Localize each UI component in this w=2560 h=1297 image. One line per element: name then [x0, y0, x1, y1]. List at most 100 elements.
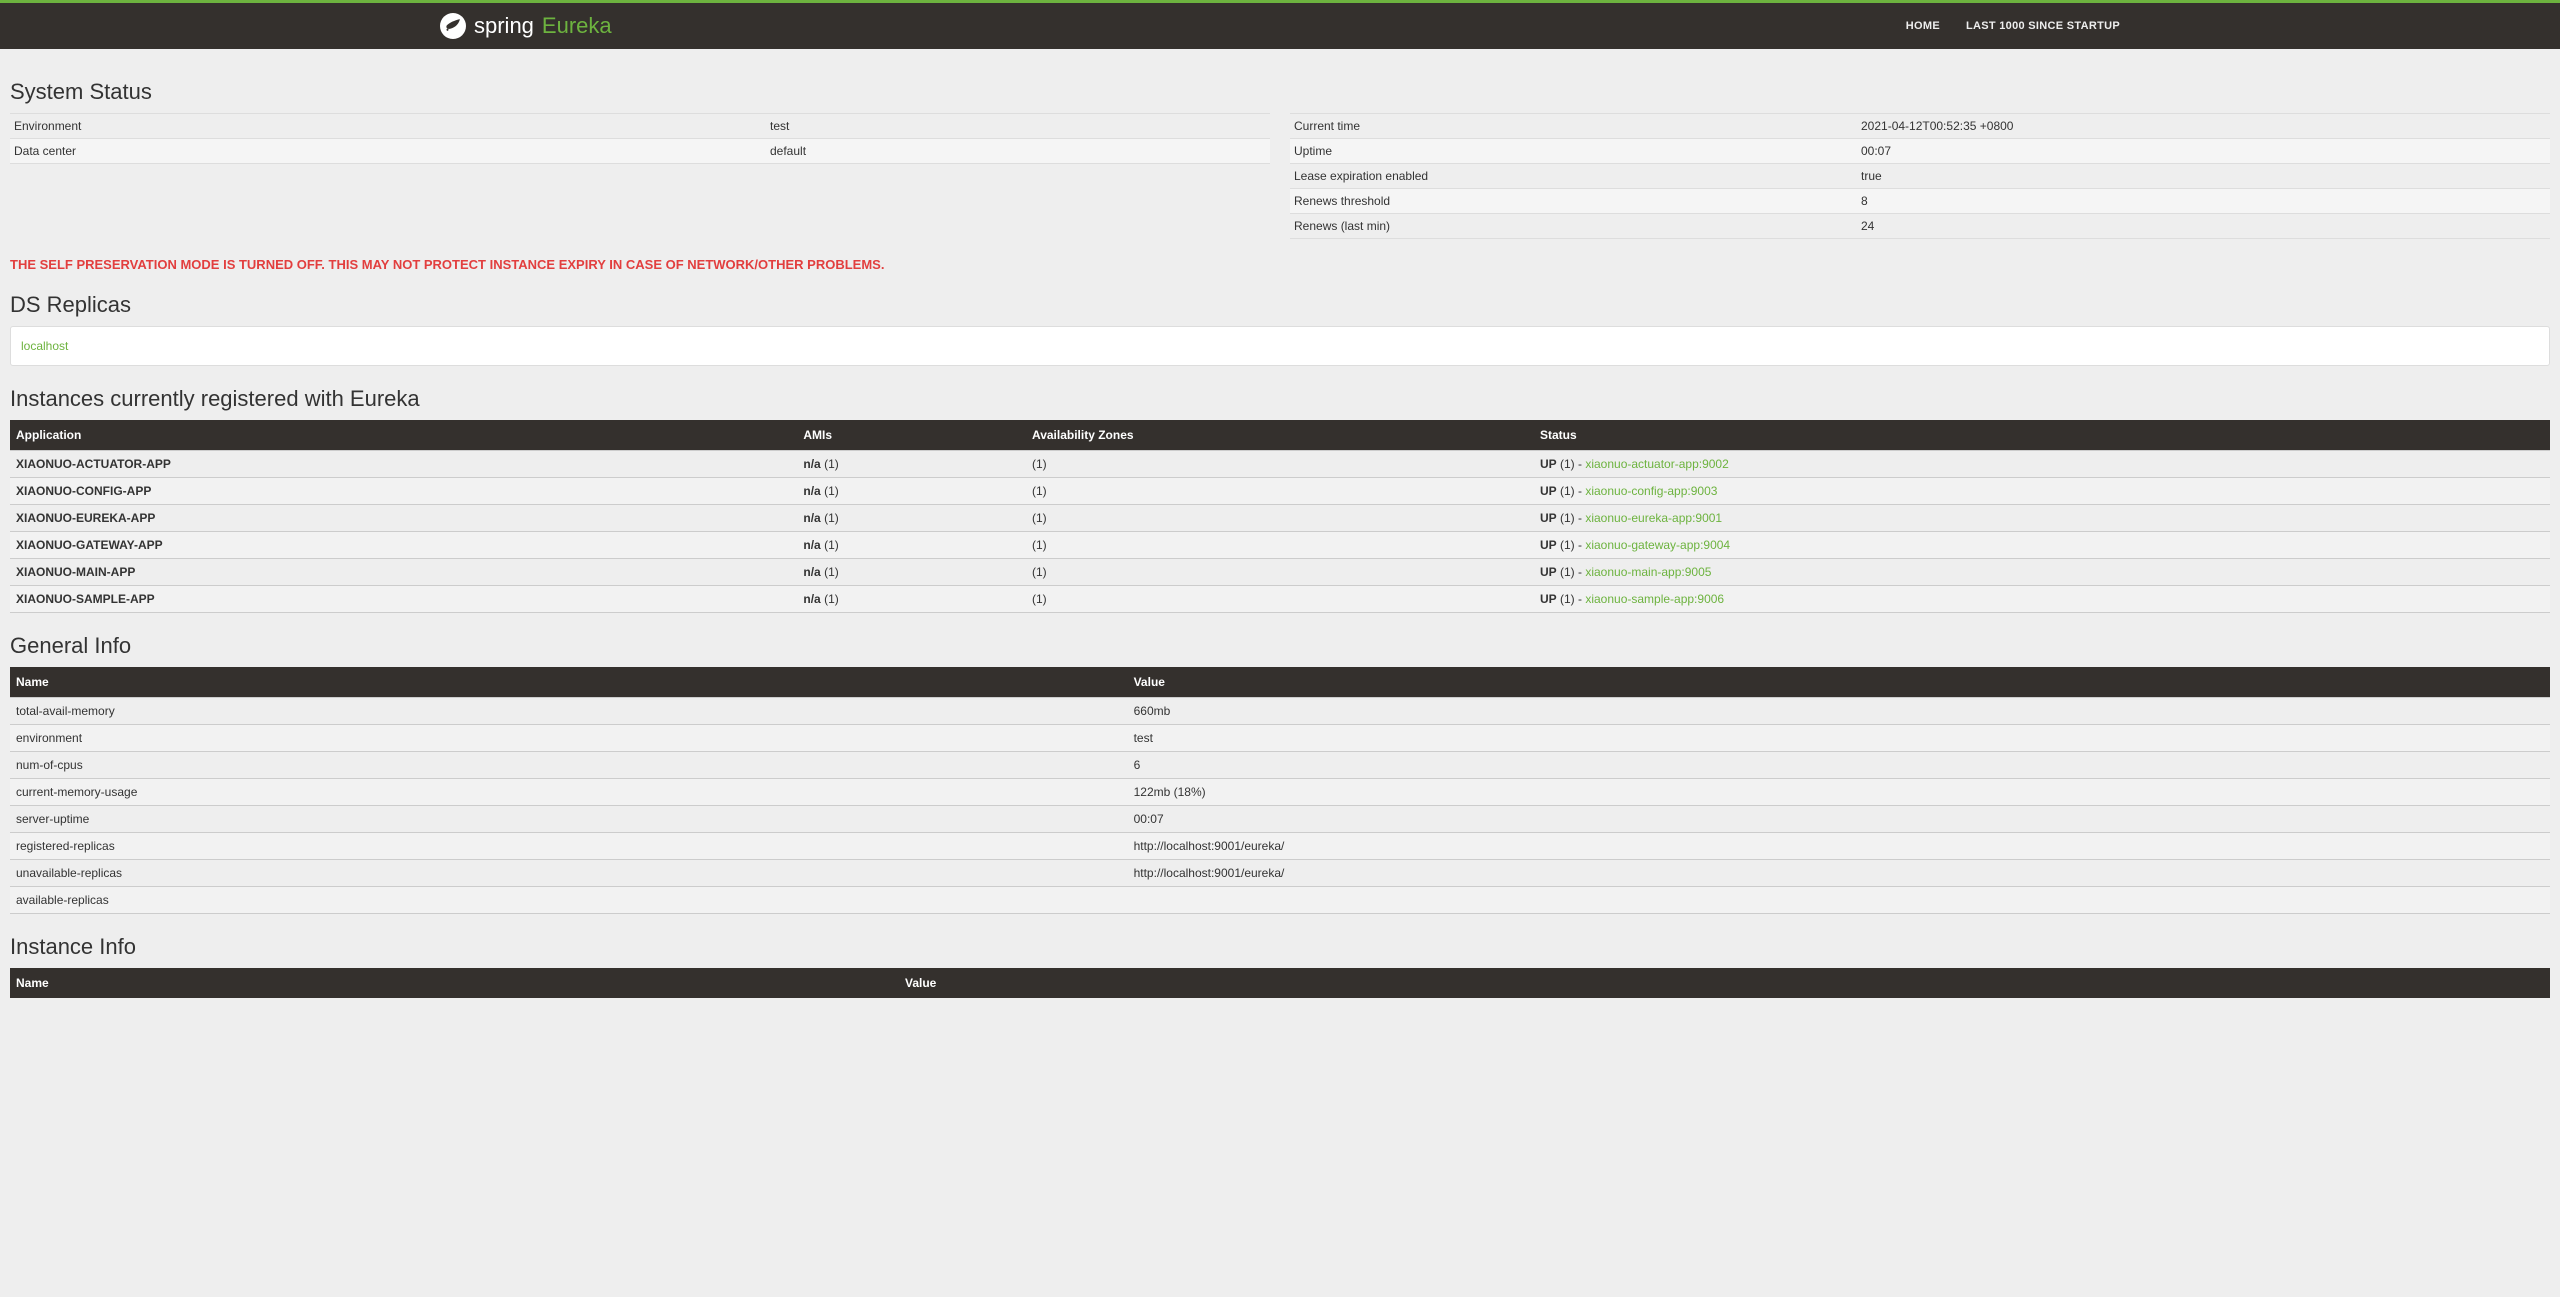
- instance-amis: n/a (1): [797, 505, 1026, 532]
- kv-value: true: [1857, 164, 2550, 189]
- instance-amis: n/a (1): [797, 532, 1026, 559]
- table-row: num-of-cpus6: [10, 752, 2550, 779]
- self-preservation-warning: THE SELF PRESERVATION MODE IS TURNED OFF…: [10, 257, 2550, 272]
- page-container: System Status EnvironmenttestData center…: [0, 49, 2560, 1008]
- gi-name: environment: [10, 725, 1128, 752]
- kv-key: Environment: [10, 114, 766, 139]
- instance-az: (1): [1026, 559, 1534, 586]
- instance-link[interactable]: xiaonuo-main-app:9005: [1585, 565, 1711, 579]
- system-status-left-table: EnvironmenttestData centerdefault: [10, 113, 1270, 164]
- instance-info-heading: Instance Info: [10, 934, 2550, 960]
- instance-status: UP (1) - xiaonuo-config-app:9003: [1534, 478, 2550, 505]
- table-row: total-avail-memory660mb: [10, 698, 2550, 725]
- gi-value: 660mb: [1128, 698, 2550, 725]
- system-status-row: Current time2021-04-12T00:52:35 +0800: [1290, 114, 2550, 139]
- instance-link[interactable]: xiaonuo-eureka-app:9001: [1585, 511, 1722, 525]
- kv-value: 8: [1857, 189, 2550, 214]
- gi-name: num-of-cpus: [10, 752, 1128, 779]
- gi-name: total-avail-memory: [10, 698, 1128, 725]
- instance-app: XIAONUO-GATEWAY-APP: [10, 532, 797, 559]
- instance-status: UP (1) - xiaonuo-main-app:9005: [1534, 559, 2550, 586]
- instance-amis: n/a (1): [797, 586, 1026, 613]
- instances-th-app: Application: [10, 420, 797, 451]
- instance-status: UP (1) - xiaonuo-actuator-app:9002: [1534, 451, 2550, 478]
- brand-spring-text: spring: [474, 13, 534, 39]
- instance-link[interactable]: xiaonuo-sample-app:9006: [1585, 592, 1724, 606]
- table-row: current-memory-usage122mb (18%): [10, 779, 2550, 806]
- general-info-th-name: Name: [10, 667, 1128, 698]
- instance-status: UP (1) - xiaonuo-eureka-app:9001: [1534, 505, 2550, 532]
- gi-value: test: [1128, 725, 2550, 752]
- table-row: XIAONUO-ACTUATOR-APPn/a (1)(1)UP (1) - x…: [10, 451, 2550, 478]
- ds-replicas-heading: DS Replicas: [10, 292, 2550, 318]
- table-row: available-replicas: [10, 887, 2550, 914]
- instance-az: (1): [1026, 586, 1534, 613]
- gi-value: 122mb (18%): [1128, 779, 2550, 806]
- instance-status: UP (1) - xiaonuo-sample-app:9006: [1534, 586, 2550, 613]
- instance-status: UP (1) - xiaonuo-gateway-app:9004: [1534, 532, 2550, 559]
- instances-heading: Instances currently registered with Eure…: [10, 386, 2550, 412]
- system-status-row: Environmenttest: [10, 114, 1270, 139]
- system-status-row: Lease expiration enabledtrue: [1290, 164, 2550, 189]
- instance-az: (1): [1026, 478, 1534, 505]
- instance-app: XIAONUO-CONFIG-APP: [10, 478, 797, 505]
- system-status-columns: EnvironmenttestData centerdefault Curren…: [10, 113, 2550, 239]
- gi-name: current-memory-usage: [10, 779, 1128, 806]
- instance-amis: n/a (1): [797, 478, 1026, 505]
- instance-app: XIAONUO-ACTUATOR-APP: [10, 451, 797, 478]
- gi-name: unavailable-replicas: [10, 860, 1128, 887]
- spring-logo-icon: [440, 13, 466, 39]
- kv-value: 2021-04-12T00:52:35 +0800: [1857, 114, 2550, 139]
- kv-value: default: [766, 139, 1270, 164]
- system-status-row: Uptime00:07: [1290, 139, 2550, 164]
- table-row: registered-replicashttp://localhost:9001…: [10, 833, 2550, 860]
- table-row: XIAONUO-GATEWAY-APPn/a (1)(1)UP (1) - xi…: [10, 532, 2550, 559]
- kv-key: Data center: [10, 139, 766, 164]
- gi-value: 6: [1128, 752, 2550, 779]
- general-info-heading: General Info: [10, 633, 2550, 659]
- brand-eureka-text: Eureka: [542, 13, 612, 39]
- instances-th-status: Status: [1534, 420, 2550, 451]
- instance-link[interactable]: xiaonuo-gateway-app:9004: [1585, 538, 1730, 552]
- gi-value: [1128, 887, 2550, 914]
- kv-value: 24: [1857, 214, 2550, 239]
- general-info-table: Name Value total-avail-memory660mbenviro…: [10, 667, 2550, 914]
- instance-az: (1): [1026, 532, 1534, 559]
- nav-home[interactable]: HOME: [1906, 20, 1940, 32]
- instance-amis: n/a (1): [797, 451, 1026, 478]
- gi-name: registered-replicas: [10, 833, 1128, 860]
- instance-info-table: Name Value: [10, 968, 2550, 998]
- instance-info-th-value: Value: [899, 968, 2550, 998]
- instance-info-th-name: Name: [10, 968, 899, 998]
- ds-replicas-box: localhost: [10, 326, 2550, 366]
- instance-app: XIAONUO-EUREKA-APP: [10, 505, 797, 532]
- instances-th-az: Availability Zones: [1026, 420, 1534, 451]
- gi-value: http://localhost:9001/eureka/: [1128, 860, 2550, 887]
- instance-link[interactable]: xiaonuo-actuator-app:9002: [1585, 457, 1728, 471]
- instances-table: Application AMIs Availability Zones Stat…: [10, 420, 2550, 613]
- brand[interactable]: spring Eureka: [440, 13, 612, 39]
- gi-value: http://localhost:9001/eureka/: [1128, 833, 2550, 860]
- instance-app: XIAONUO-SAMPLE-APP: [10, 586, 797, 613]
- table-row: server-uptime00:07: [10, 806, 2550, 833]
- kv-key: Renews threshold: [1290, 189, 1857, 214]
- ds-replica-link[interactable]: localhost: [21, 339, 68, 353]
- navbar: spring Eureka HOME LAST 1000 SINCE START…: [0, 3, 2560, 49]
- instances-th-amis: AMIs: [797, 420, 1026, 451]
- table-row: XIAONUO-SAMPLE-APPn/a (1)(1)UP (1) - xia…: [10, 586, 2550, 613]
- gi-name: available-replicas: [10, 887, 1128, 914]
- gi-name: server-uptime: [10, 806, 1128, 833]
- kv-value: test: [766, 114, 1270, 139]
- system-status-row: Data centerdefault: [10, 139, 1270, 164]
- instance-az: (1): [1026, 451, 1534, 478]
- instance-az: (1): [1026, 505, 1534, 532]
- nav-right: HOME LAST 1000 SINCE STARTUP: [1906, 20, 2120, 32]
- table-row: environmenttest: [10, 725, 2550, 752]
- nav-last1000[interactable]: LAST 1000 SINCE STARTUP: [1966, 20, 2120, 32]
- table-row: XIAONUO-EUREKA-APPn/a (1)(1)UP (1) - xia…: [10, 505, 2550, 532]
- instance-link[interactable]: xiaonuo-config-app:9003: [1585, 484, 1717, 498]
- system-status-row: Renews threshold8: [1290, 189, 2550, 214]
- kv-key: Current time: [1290, 114, 1857, 139]
- system-status-row: Renews (last min)24: [1290, 214, 2550, 239]
- kv-value: 00:07: [1857, 139, 2550, 164]
